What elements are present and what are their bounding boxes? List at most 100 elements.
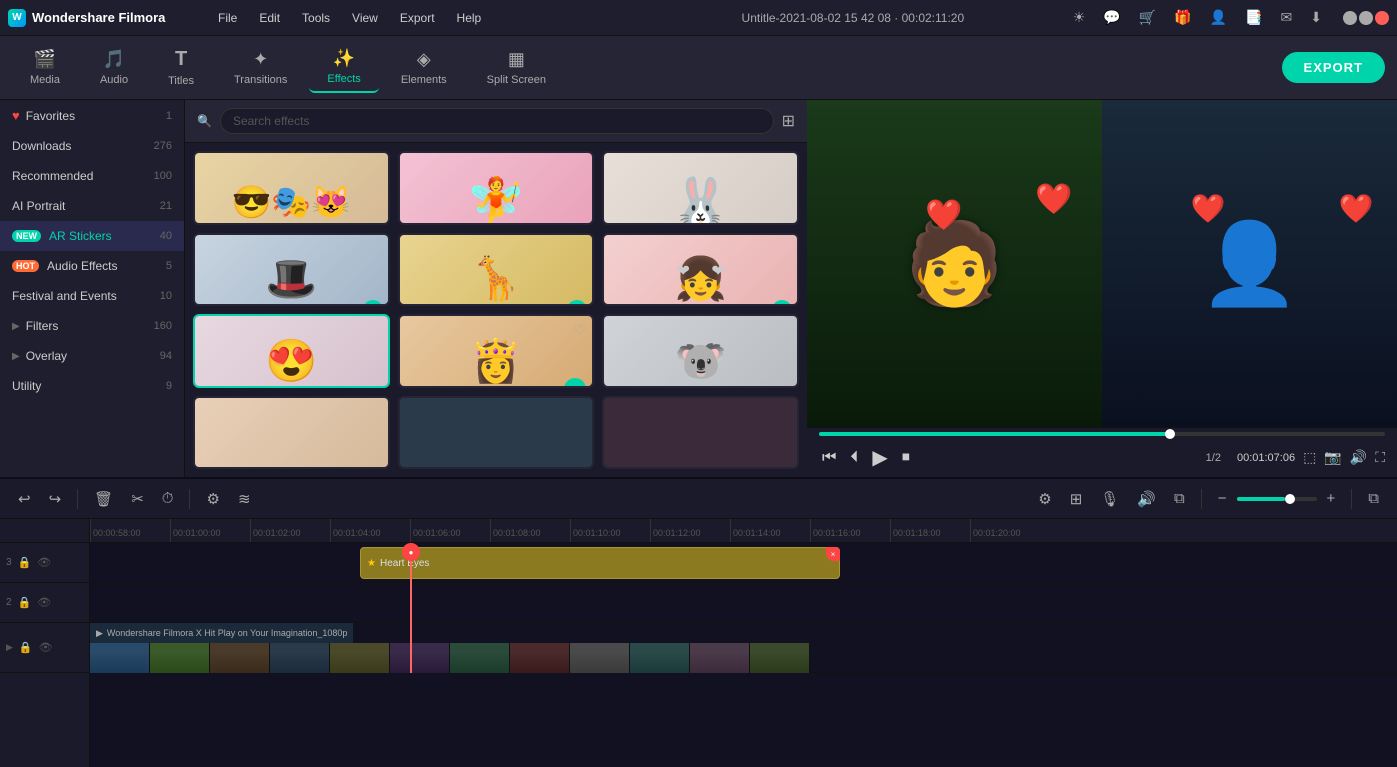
- toolbar-transitions[interactable]: ✦ Transitions: [216, 43, 305, 92]
- audio-record-button[interactable]: 🎙: [1094, 487, 1125, 511]
- sidebar-item-festival[interactable]: Festival and Events 10: [0, 281, 184, 311]
- close-button[interactable]: ×: [1375, 11, 1389, 25]
- user-icon[interactable]: 👤: [1205, 6, 1232, 29]
- effect-card-heart-cheeks[interactable]: 👧❤❤ ⬇ Heart Cheeks: [602, 233, 799, 307]
- effect-card-giraffe[interactable]: 🦒 ⬇ Giraffe: [398, 233, 595, 307]
- ruler-tick-9: 00:01:16:00: [810, 519, 890, 542]
- export-button[interactable]: EXPORT: [1282, 52, 1385, 83]
- sidebar-item-overlay[interactable]: ▶ Overlay 94: [0, 341, 184, 371]
- sidebar-item-recommended[interactable]: Recommended 100: [0, 161, 184, 191]
- menu-export[interactable]: Export: [390, 7, 445, 29]
- sidebar-item-audio-effects[interactable]: HOT Audio Effects 5: [0, 251, 184, 281]
- undo-button[interactable]: ↩: [12, 487, 37, 511]
- effect-card-fairy[interactable]: 🧚 Fairy: [398, 151, 595, 225]
- sidebar-filters-count: 160: [154, 320, 172, 332]
- step-back-button[interactable]: ⏮: [819, 446, 839, 470]
- effect-card-more2[interactable]: [398, 396, 595, 470]
- bookmark-icon[interactable]: 📑: [1240, 6, 1267, 29]
- effect-card-heart-eyes[interactable]: 😍 Heart Eyes: [193, 314, 390, 388]
- waveform-button[interactable]: ≋: [232, 487, 257, 511]
- audio-settings-button[interactable]: ⚙: [200, 487, 225, 511]
- expand-icon[interactable]: ⛶: [1375, 449, 1385, 466]
- frame-back-button[interactable]: ⏴: [847, 446, 861, 470]
- split-clip-button[interactable]: ⧉: [1168, 487, 1191, 510]
- gift-icon[interactable]: 🎁: [1169, 6, 1196, 29]
- toolbar-titles[interactable]: T Titles: [150, 42, 212, 93]
- layout-toggle-button[interactable]: ⧉: [1362, 487, 1385, 510]
- chat-icon[interactable]: 💬: [1098, 6, 1125, 29]
- play-button[interactable]: ▶: [869, 442, 890, 473]
- cart-icon[interactable]: 🛒: [1134, 6, 1161, 29]
- download-icon[interactable]: ⬇: [1305, 6, 1327, 29]
- track3-lock-icon[interactable]: 🔒: [18, 556, 32, 569]
- menu-edit[interactable]: Edit: [249, 7, 290, 29]
- track-settings-button[interactable]: ⚙: [1032, 487, 1057, 511]
- grid-view-icon[interactable]: ⊞: [782, 111, 795, 131]
- zoom-in-button[interactable]: +: [1321, 487, 1342, 510]
- screenshot-icon[interactable]: 📷: [1324, 449, 1341, 466]
- effect-card-more3[interactable]: [602, 396, 799, 470]
- sidebar-ai-portrait-label: AI Portrait: [12, 199, 154, 213]
- toolbar-media[interactable]: 🎬 Media: [12, 43, 78, 92]
- heart-eyes-clip[interactable]: ★ Heart Eyes ×: [360, 547, 840, 579]
- video-eye-icon[interactable]: 👁: [39, 641, 53, 654]
- menu-help[interactable]: Help: [447, 7, 492, 29]
- voice-button[interactable]: 🔊: [1131, 487, 1162, 511]
- logo-icon: W: [8, 9, 26, 27]
- sidebar-item-ar-stickers[interactable]: NEW AR Stickers 40: [0, 221, 184, 251]
- preview-progress-bar[interactable]: [819, 432, 1385, 436]
- indian-plus-icon[interactable]: +: [564, 378, 586, 388]
- sidebar-item-filters[interactable]: ▶ Filters 160: [0, 311, 184, 341]
- menu-file[interactable]: File: [208, 7, 247, 29]
- sidebar-audio-effects-count: 5: [166, 260, 172, 272]
- effect-card-gentleman[interactable]: 🎩 ⬇ Gentleman: [193, 233, 390, 307]
- duration-button[interactable]: ⏱: [156, 487, 180, 510]
- toolbar-elements[interactable]: ◈ Elements: [383, 43, 465, 92]
- track2-lock-icon[interactable]: 🔒: [18, 596, 32, 609]
- film-frame-5: [330, 643, 390, 673]
- maximize-button[interactable]: □: [1359, 11, 1373, 25]
- track3-eye-icon[interactable]: 👁: [37, 556, 51, 569]
- elements-icon: ◈: [417, 49, 431, 70]
- effect-card-koala[interactable]: 🐨 Koala: [602, 314, 799, 388]
- person-right-figure: 👤: [1200, 217, 1300, 311]
- effect-card-emojis[interactable]: 😎🎭😻 Emojis: [193, 151, 390, 225]
- minimize-button[interactable]: –: [1343, 11, 1357, 25]
- toolbar-effects[interactable]: ✨ Effects: [309, 42, 378, 93]
- effects-search-input[interactable]: [220, 108, 774, 134]
- sidebar-downloads-count: 276: [154, 140, 172, 152]
- effect-card-more1[interactable]: [193, 396, 390, 470]
- speaker-icon[interactable]: 🔊: [1350, 449, 1367, 466]
- redo-button[interactable]: ↪: [43, 487, 68, 511]
- effect-card-fluffy-rabbit[interactable]: 🐰 Fluffy Rabbit: [602, 151, 799, 225]
- toolbar-split-screen[interactable]: ▦ Split Screen: [469, 43, 564, 92]
- zoom-out-button[interactable]: −: [1212, 487, 1233, 510]
- cut-button[interactable]: ✂: [125, 487, 150, 511]
- stop-button[interactable]: ⏹: [899, 446, 913, 470]
- video-lock-icon[interactable]: 🔒: [19, 641, 33, 654]
- zoom-bar[interactable]: [1237, 497, 1317, 501]
- sidebar-festival-label: Festival and Events: [12, 289, 154, 303]
- sidebar-item-downloads[interactable]: Downloads 276: [0, 131, 184, 161]
- sidebar-downloads-label: Downloads: [12, 139, 148, 153]
- fluffy-rabbit-thumb: 🐰: [604, 153, 797, 225]
- snap-button[interactable]: ⊞: [1064, 487, 1089, 511]
- track2-eye-icon[interactable]: 👁: [37, 596, 51, 609]
- effect-card-indian[interactable]: 👸 ♡ + Indian: [398, 314, 595, 388]
- preview-time-current: 00:01:07:06: [1237, 452, 1295, 464]
- menu-tools[interactable]: Tools: [292, 7, 340, 29]
- video-track-play-icon: ▶: [6, 642, 13, 653]
- track-row-3: ★ Heart Eyes ×: [90, 543, 1397, 583]
- favorites-heart-icon: ♥: [12, 108, 20, 123]
- sidebar-item-ai-portrait[interactable]: AI Portrait 21: [0, 191, 184, 221]
- sun-icon[interactable]: ☀: [1068, 6, 1091, 29]
- toolbar-audio[interactable]: 🎵 Audio: [82, 43, 146, 92]
- sidebar-item-utility[interactable]: Utility 9: [0, 371, 184, 401]
- mail-icon[interactable]: ✉: [1276, 6, 1298, 29]
- monitor-icon[interactable]: ⬚: [1303, 449, 1316, 466]
- preview-scene: 🧑 ❤️ ❤️ 👤 ❤️ ❤️: [807, 100, 1397, 427]
- menu-view[interactable]: View: [342, 7, 388, 29]
- effect-clip-close-button[interactable]: ×: [826, 547, 840, 561]
- sidebar-item-favorites[interactable]: ♥ Favorites 1: [0, 100, 184, 131]
- delete-button[interactable]: 🗑: [88, 487, 119, 511]
